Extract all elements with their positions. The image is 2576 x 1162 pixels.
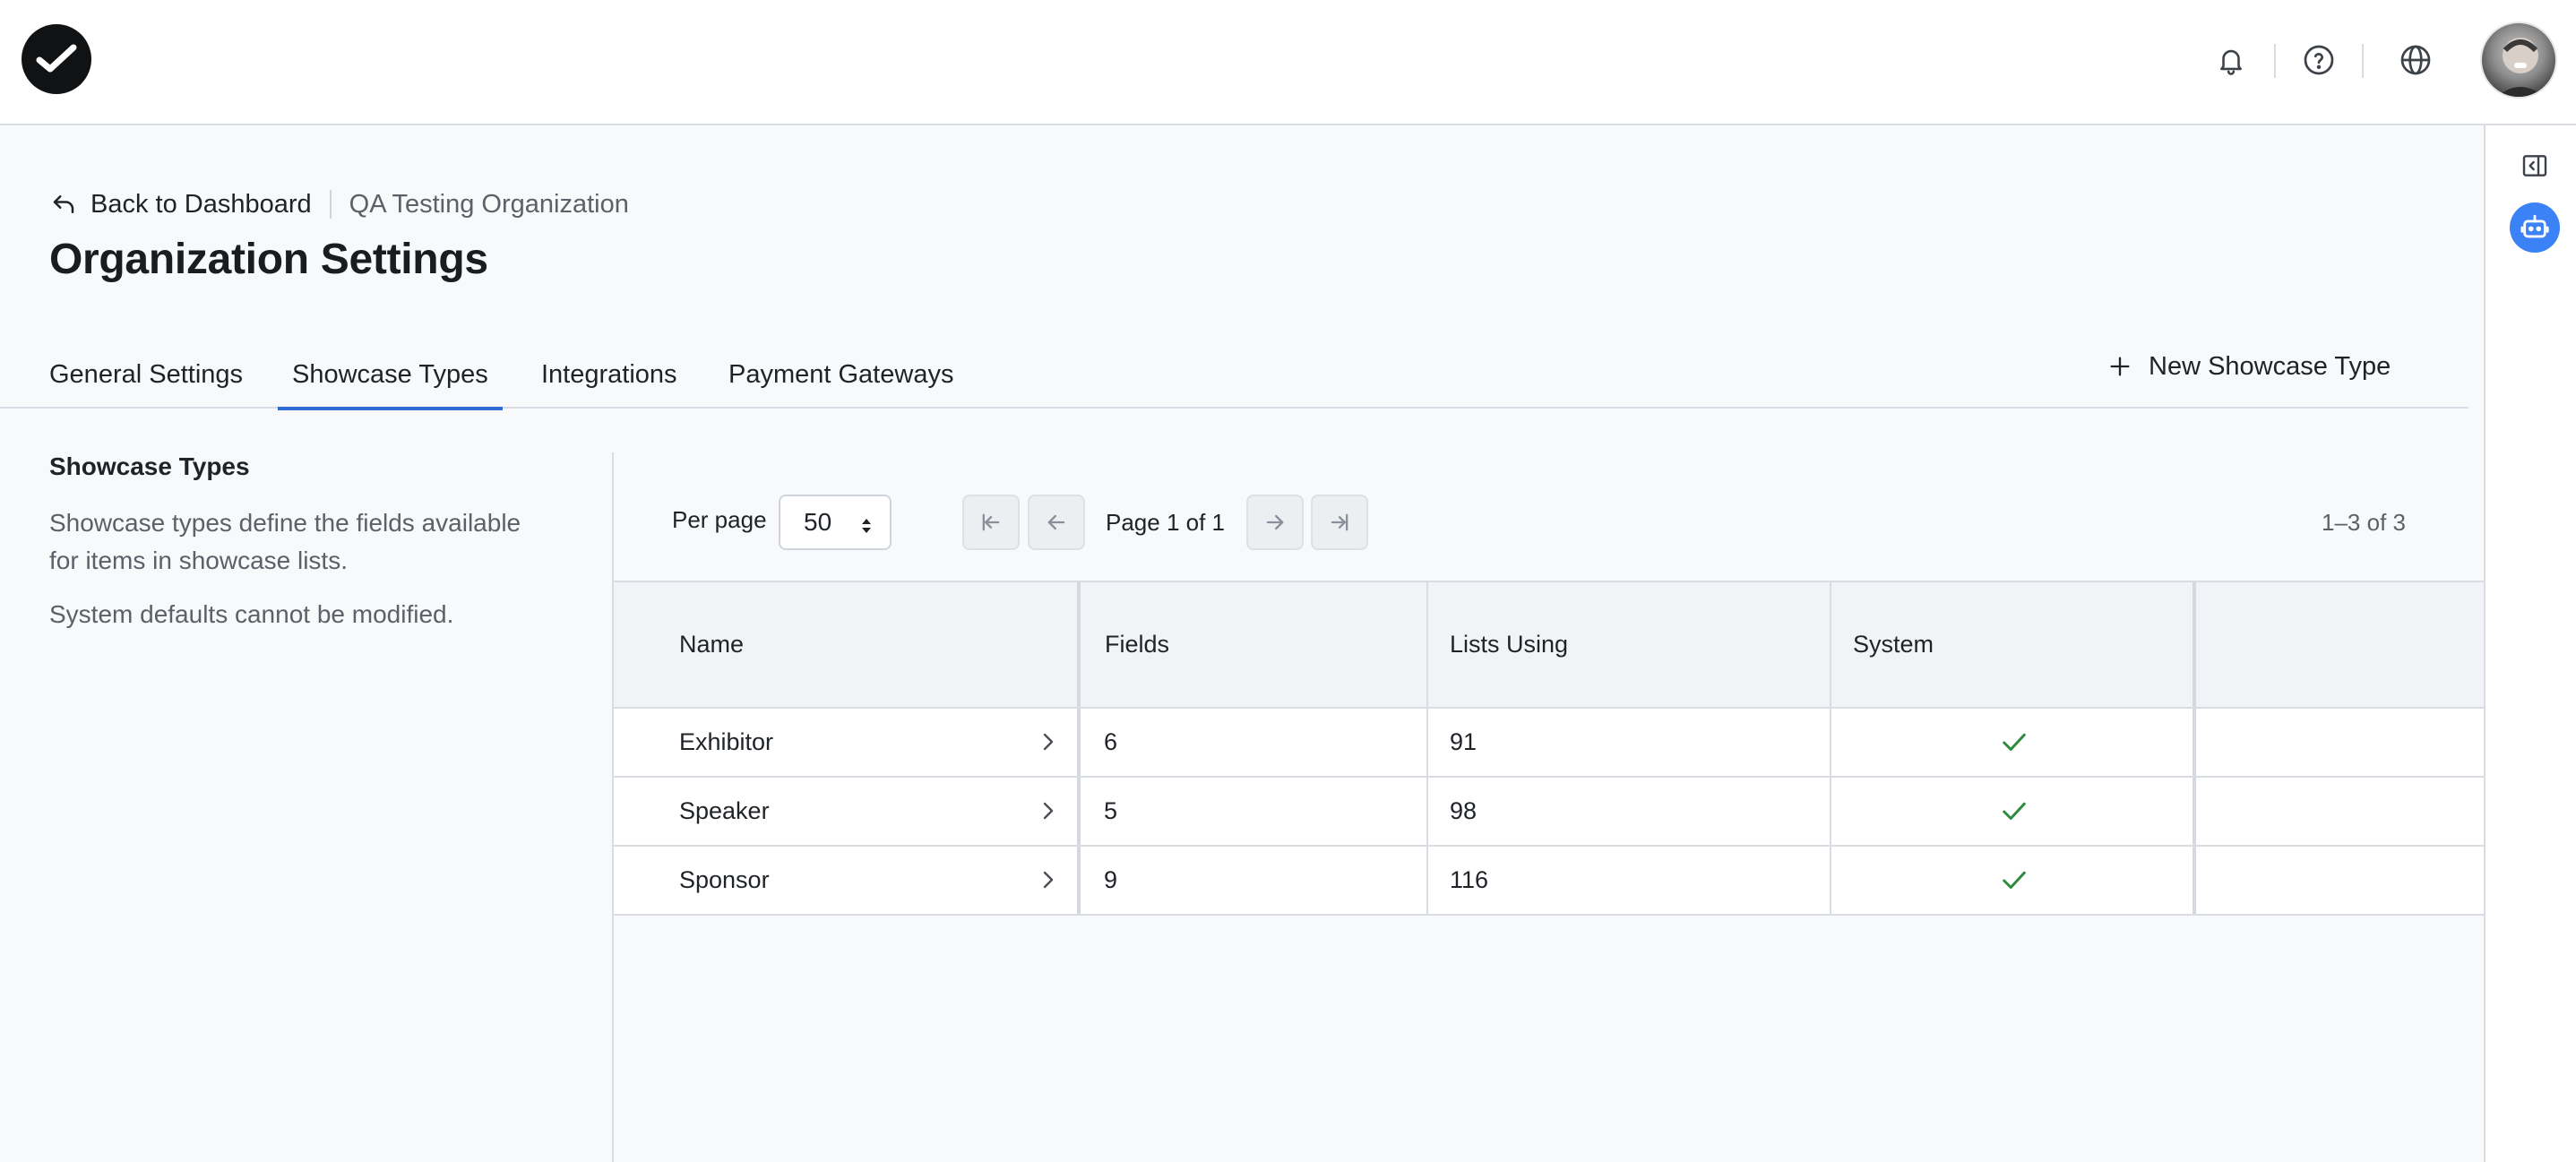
table-row[interactable]: Sponsor 9 116 [614,847,2484,916]
checkmark-logo-icon[interactable] [22,24,91,94]
panel-toggle-icon[interactable] [2517,148,2553,184]
result-range: 1–3 of 3 [2322,508,2406,536]
breadcrumb-separator [329,190,332,219]
section-title: Showcase Types [49,452,250,480]
topbar-divider [2362,44,2364,78]
new-showcase-type-button[interactable]: New Showcase Type [2107,348,2391,385]
section-description-text: Showcase types define the fields availab… [49,509,521,574]
assistant-bot-button[interactable] [2510,202,2560,253]
column-divider [1426,778,1428,845]
row-fields: 6 [1104,728,1118,755]
column-divider [2193,847,2196,914]
row-name[interactable]: Sponsor [679,847,770,914]
column-divider [1830,582,1831,707]
column-divider [1077,582,1081,707]
row-fields: 5 [1104,797,1118,824]
row-name[interactable]: Exhibitor [679,709,773,776]
row-lists-using: 98 [1450,797,1478,824]
right-rail [2484,125,2576,1162]
system-check-icon [1998,796,2030,828]
row-name[interactable]: Speaker [679,778,770,845]
column-divider [1426,582,1428,707]
globe-icon[interactable] [2396,40,2435,80]
bell-icon[interactable] [2211,40,2251,80]
back-label: Back to Dashboard [90,189,312,219]
column-divider [1077,778,1081,845]
column-divider [1077,709,1081,776]
column-header-system[interactable]: System [1853,582,1934,707]
select-arrows-icon [862,519,871,533]
table-header: Name Fields Lists Using System [614,581,2484,709]
column-divider [1830,847,1831,914]
next-page-button[interactable] [1246,495,1304,550]
section-note: System defaults cannot be modified. [49,600,454,628]
system-check-icon [1998,865,2030,897]
page-indicator: Page 1 of 1 [1106,508,1225,536]
column-divider [2193,582,2196,707]
row-lists-using: 116 [1450,866,1489,893]
settings-tabs: General Settings Showcase Types Integrat… [0,340,2468,410]
page-title: Organization Settings [49,236,488,283]
breadcrumb: Back to Dashboard QA Testing Organizatio… [49,185,629,224]
per-page-label: Per page [672,505,767,533]
column-divider [1830,778,1831,845]
pagination-toolbar: Per page 50 Page 1 of 1 1–3 of 3 [614,491,2484,555]
chevron-right-icon[interactable] [1035,866,1062,893]
organization-name: QA Testing Organization [349,189,629,219]
avatar[interactable] [2480,22,2557,99]
column-header-fields[interactable]: Fields [1105,582,1169,707]
arrow-left-icon [1047,514,1065,530]
row-lists-using: 91 [1450,728,1478,755]
plus-icon [2110,357,2130,376]
first-page-icon [982,513,1000,531]
showcase-types-table: Name Fields Lists Using System Exhibitor… [614,581,2484,916]
arrow-right-icon [1266,514,1284,530]
first-page-button[interactable] [962,495,1020,550]
last-page-icon [1331,513,1348,531]
chevron-right-icon[interactable] [1035,797,1062,824]
row-fields: 9 [1104,866,1118,893]
top-bar [0,0,2576,125]
new-showcase-type-label: New Showcase Type [2149,351,2391,381]
table-row[interactable]: Speaker 5 98 [614,778,2484,847]
column-divider [2193,709,2196,776]
tab-showcase-types[interactable]: Showcase Types [278,349,503,410]
tab-general-settings[interactable]: General Settings [49,349,243,400]
robot-icon [2520,214,2549,238]
tab-integrations[interactable]: Integrations [541,349,677,400]
table-row[interactable]: Exhibitor 6 91 [614,709,2484,778]
topbar-divider [2274,44,2276,78]
column-divider [1426,709,1428,776]
column-divider [1830,709,1831,776]
section-description: Showcase Types Showcase types define the… [49,452,551,650]
chevron-right-icon[interactable] [1035,728,1062,755]
back-arrow-icon [53,195,74,213]
per-page-select[interactable]: 50 [779,495,892,550]
system-check-icon [1998,727,2030,759]
column-divider [1426,847,1428,914]
last-page-button[interactable] [1311,495,1368,550]
previous-page-button[interactable] [1028,495,1085,550]
back-to-dashboard-link[interactable]: Back to Dashboard [49,190,312,219]
column-header-lists-using[interactable]: Lists Using [1450,582,1568,707]
help-circle-icon[interactable] [2299,40,2339,80]
column-divider [1077,847,1081,914]
column-divider [2193,778,2196,845]
per-page-value: 50 [804,508,832,536]
column-header-name[interactable]: Name [679,582,744,707]
tab-payment-gateways[interactable]: Payment Gateways [728,349,953,400]
